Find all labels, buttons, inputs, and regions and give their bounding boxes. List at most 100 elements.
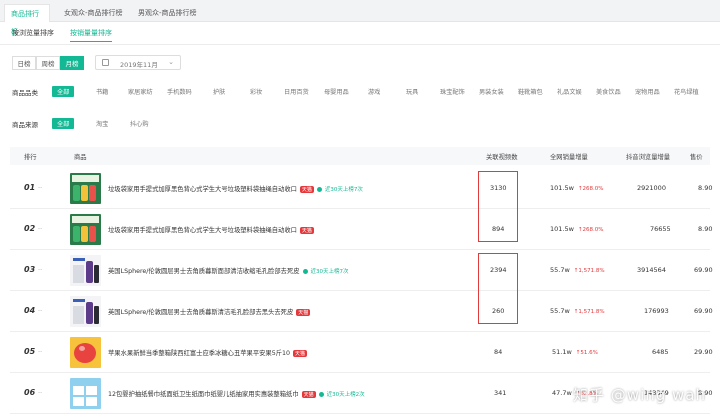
sales-number: 51.1w [552, 348, 572, 356]
table-row[interactable]: 03 -- 英国LSphere/伦敦圆层男士去角质暮斯面部清洁收缩毛孔脸部去死皮… [10, 250, 713, 291]
source-label: 商品来源 [12, 121, 38, 129]
category-chip[interactable]: 家居家纺 [128, 87, 153, 96]
monthly-button[interactable]: 月榜 [60, 56, 84, 70]
views-value: 6485 [652, 348, 669, 356]
category-chip[interactable]: 珠宝配饰 [440, 87, 465, 96]
rank-change: -- [38, 225, 43, 232]
product-title[interactable]: 苹果水果新鲜当季整箱陕西红富士应季冰糖心丑苹果平安果5斤10 天猫 [108, 348, 308, 357]
product-image[interactable] [70, 337, 101, 368]
rank-change: -- [38, 307, 43, 314]
table-header: 排行 商品 关联视频数 全网销量增量 抖音浏览量增量 售价 [10, 147, 710, 165]
source-chip-all[interactable]: 全部 [52, 118, 75, 129]
calendar-icon [102, 59, 109, 66]
category-chip[interactable]: 手机数码 [167, 87, 192, 96]
tmall-badge: 天猫 [296, 308, 311, 316]
rank-number: 02 [24, 224, 36, 233]
category-chip[interactable]: 玩具 [406, 87, 418, 96]
table-row[interactable]: 01 -- 垃圾袋家用手提式加厚黑色背心式学生大号垃圾塑料袋抽绳自动收口 天猫 近3… [10, 168, 713, 209]
sales-value: 101.5w ↑268.0% [550, 184, 604, 192]
sales-number: 47.7w [552, 389, 572, 397]
category-chip[interactable]: 母婴用品 [324, 87, 349, 96]
sales-number: 55.7w [550, 266, 570, 274]
price-value: 8.90 [698, 184, 713, 192]
product-title-text[interactable]: 垃圾袋家用手提式加厚黑色背心式学生大号垃圾塑料袋抽绳自动收口 [108, 227, 297, 234]
category-chip[interactable]: 游戏 [368, 87, 380, 96]
subtab-sort-by-sales[interactable]: 按销量量排序 [70, 28, 112, 42]
table-row[interactable]: 05 -- 苹果水果新鲜当季整箱陕西红富士应季冰糖心丑苹果平安果5斤10 天猫 8… [10, 332, 713, 373]
subtab-sort-by-views[interactable]: 按浏览量排序 [12, 28, 54, 42]
daily-button[interactable]: 日榜 [12, 56, 36, 70]
tab-female-viewers-ranking[interactable]: 女观众-商品排行榜 [58, 4, 129, 22]
sales-value: 51.1w ↑51.6% [552, 348, 598, 356]
category-chip[interactable]: 彩妆 [250, 87, 262, 96]
rank-change: -- [38, 266, 43, 273]
category-chip[interactable]: 男装女装 [479, 87, 504, 96]
category-label: 商品品类 [12, 89, 38, 97]
rank-number: 01 [24, 183, 36, 192]
tab-male-viewers-ranking[interactable]: 男观众-商品排行榜 [132, 4, 203, 22]
divider [0, 44, 720, 45]
category-chip[interactable]: 礼品文娱 [557, 87, 582, 96]
views-value: 3914564 [637, 266, 666, 274]
watermark: 知乎 @wing wah [573, 386, 706, 404]
category-chip-all[interactable]: 全部 [52, 86, 75, 97]
product-image[interactable] [70, 296, 101, 327]
rank-change: -- [38, 348, 43, 355]
rank-number: 05 [24, 347, 36, 356]
sales-number: 101.5w [550, 225, 574, 233]
col-videos[interactable]: 关联视频数 [486, 152, 517, 161]
col-price[interactable]: 售价 [690, 152, 703, 161]
source-chip-taobao[interactable]: 淘宝 [96, 119, 108, 128]
sales-growth: ↑268.0% [577, 186, 604, 192]
tag-dot-icon [318, 391, 324, 397]
product-title[interactable]: 垃圾袋家用手提式加厚黑色背心式学生大号垃圾塑料袋抽绳自动收口 天猫 近30天上榜7次 [108, 184, 363, 193]
product-title-text[interactable]: 苹果水果新鲜当季整箱陕西红富士应季冰糖心丑苹果平安果5斤10 [108, 350, 290, 357]
col-rank: 排行 [24, 154, 37, 161]
product-title-text[interactable]: 英国LSphere/伦敦圆层男士去角质暮斯清洁毛孔脸部去黑头去死皮 [108, 309, 293, 316]
category-chip[interactable]: 花鸟绿植 [674, 87, 699, 96]
weekly-button[interactable]: 周榜 [36, 56, 60, 70]
product-title-text[interactable]: 英国LSphere/伦敦圆层男士去角质暮斯面部清洁收缩毛孔脸部去死皮 [108, 268, 300, 275]
tmall-badge: 天猫 [301, 390, 316, 398]
videos-value: 341 [494, 389, 507, 397]
product-title[interactable]: 12包婴护抽纸餐巾纸面纸卫生纸面巾纸婴儿纸抽家用实惠装整箱纸巾 天猫 近30天上榜2… [108, 389, 365, 398]
highlight-box [478, 253, 518, 324]
sales-value: 55.7w ↑1,571.8% [550, 307, 605, 315]
product-title[interactable]: 垃圾袋家用手提式加厚黑色背心式学生大号垃圾塑料袋抽绳自动收口 天猫 [108, 225, 314, 234]
category-chip[interactable]: 宠物用品 [635, 87, 660, 96]
tag-dot-icon [302, 268, 308, 274]
tmall-badge: 天猫 [299, 185, 314, 193]
videos-value: 84 [494, 348, 503, 356]
tmall-badge: 天猫 [299, 226, 314, 234]
tab-product-ranking[interactable]: 商品排行榜 [4, 4, 50, 36]
product-image[interactable] [70, 214, 101, 245]
category-chip[interactable]: 日用百货 [284, 87, 309, 96]
product-title[interactable]: 英国LSphere/伦敦圆层男士去角质暮斯清洁毛孔脸部去黑头去死皮 天猫 [108, 307, 311, 316]
top-tab-bar: 商品排行榜 女观众-商品排行榜 男观众-商品排行榜 [0, 0, 720, 36]
col-views-growth[interactable]: 抖音浏览量增量 [626, 152, 670, 161]
source-chip-douyin[interactable]: 抖心购 [130, 119, 149, 128]
product-title-text[interactable]: 12包婴护抽纸餐巾纸面纸卫生纸面巾纸婴儿纸抽家用实惠装整箱纸巾 [108, 391, 299, 398]
chevron-down-icon: ⌄ [168, 58, 174, 66]
tmall-badge: 天猫 [293, 349, 308, 357]
table-row[interactable]: 02 -- 垃圾袋家用手提式加厚黑色背心式学生大号垃圾塑料袋抽绳自动收口 天猫 8… [10, 209, 712, 250]
rank-history-tag: 近30天上榜7次 [310, 269, 349, 275]
product-title[interactable]: 英国LSphere/伦敦圆层男士去角质暮斯面部清洁收缩毛孔脸部去死皮 近30天上榜… [108, 266, 349, 275]
category-chip[interactable]: 书籍 [96, 87, 108, 96]
price-value: 29.90 [694, 348, 713, 356]
product-title-text[interactable]: 垃圾袋家用手提式加厚黑色背心式学生大号垃圾塑料袋抽绳自动收口 [108, 186, 297, 193]
views-value: 76655 [650, 225, 671, 233]
product-image[interactable] [70, 255, 101, 286]
category-chip[interactable]: 鞋靴箱包 [518, 87, 543, 96]
category-chip[interactable]: 护肤 [213, 87, 225, 96]
price-value: 69.90 [694, 307, 713, 315]
category-chip[interactable]: 美食饮品 [596, 87, 621, 96]
month-select[interactable]: 2019年11月 ⌄ [95, 55, 181, 70]
price-value: 69.90 [694, 266, 713, 274]
product-image[interactable] [70, 378, 101, 409]
rank-history-tag: 近30天上榜7次 [324, 187, 363, 193]
table-row[interactable]: 04 -- 英国LSphere/伦敦圆层男士去角质暮斯清洁毛孔脸部去黑头去死皮天… [10, 291, 713, 332]
col-sales-growth[interactable]: 全网销量增量 [550, 152, 588, 161]
sales-growth: ↑51.6% [575, 350, 598, 356]
product-image[interactable] [70, 173, 101, 204]
